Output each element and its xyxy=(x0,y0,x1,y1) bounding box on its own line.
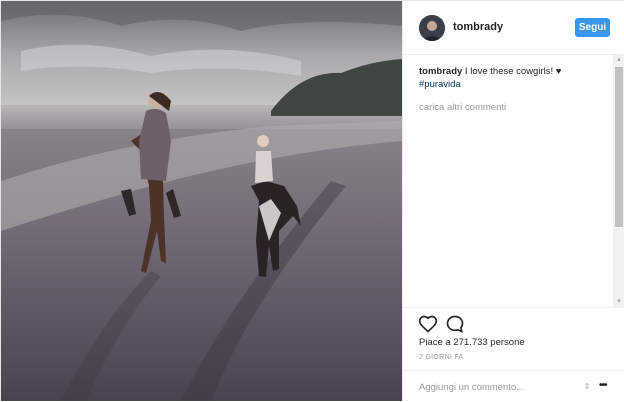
heart-icon[interactable] xyxy=(418,314,438,334)
username[interactable]: tombrady xyxy=(453,21,503,33)
scroll-down-arrow-icon[interactable]: ▼ xyxy=(613,297,624,307)
scroll-up-arrow-icon[interactable]: ▲ xyxy=(613,55,624,65)
caption: tombrady I love these cowgirls! ♥ #purav… xyxy=(419,65,613,91)
comments-section: tombrady I love these cowgirls! ♥ #purav… xyxy=(403,55,613,307)
scrollbar-thumb[interactable] xyxy=(615,67,623,227)
likes-count[interactable]: Piace a 271.733 persone xyxy=(419,337,525,348)
comments-scrollbar[interactable]: ▲ ▼ xyxy=(613,55,624,307)
caption-text: I love these cowgirls! ♥ xyxy=(462,66,562,77)
avatar[interactable] xyxy=(419,15,445,41)
instagram-post: tombrady Segui tombrady I love these cow… xyxy=(0,0,624,401)
post-date[interactable]: 2 GIORNI FA xyxy=(419,354,464,361)
add-comment-row: ⇳ ••• xyxy=(403,370,624,402)
comment-input[interactable] xyxy=(419,379,569,395)
actions-section: Piace a 271.733 persone 2 GIORNI FA ⇳ ••… xyxy=(403,307,624,401)
comment-bubble-icon[interactable] xyxy=(445,314,465,334)
post-sidebar: tombrady Segui tombrady I love these cow… xyxy=(402,1,624,401)
follow-button[interactable]: Segui xyxy=(575,18,610,37)
hashtag-link[interactable]: #puravida xyxy=(419,78,613,91)
load-more-comments-link[interactable]: carica altri commenti xyxy=(419,101,613,114)
resize-icon[interactable]: ⇳ xyxy=(581,381,593,393)
more-options-icon[interactable]: ••• xyxy=(599,380,613,392)
post-photo[interactable] xyxy=(1,1,402,401)
post-header: tombrady Segui xyxy=(403,1,624,55)
avatar-image xyxy=(419,15,445,41)
caption-username[interactable]: tombrady xyxy=(419,66,462,77)
beach-horse-photo xyxy=(1,1,402,401)
